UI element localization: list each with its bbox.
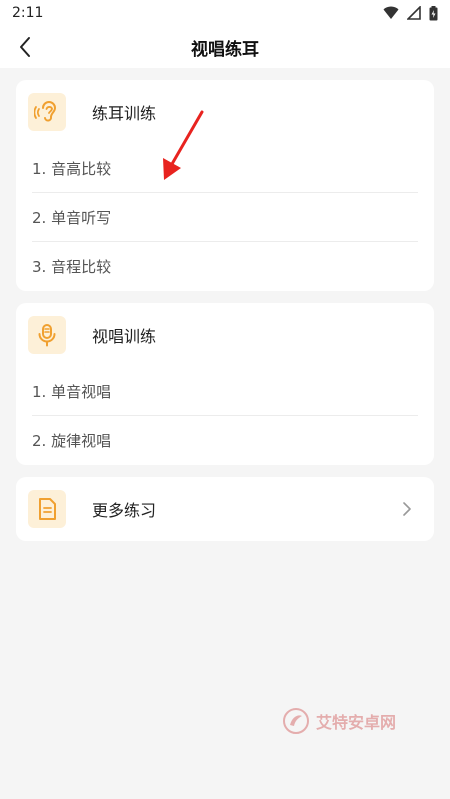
- ear-icon-box: [28, 93, 66, 131]
- list-item-single-note-singing[interactable]: 1. 单音视唱: [32, 367, 418, 416]
- ear-icon: [34, 101, 57, 122]
- back-arrow-icon: [20, 37, 30, 57]
- list-item-label: 2. 单音听写: [32, 208, 112, 227]
- list-item-label: 3. 音程比较: [32, 258, 112, 276]
- top-bar: 视唱练耳: [0, 26, 450, 68]
- wifi-icon: [383, 6, 399, 19]
- document-icon-box: [28, 490, 66, 528]
- list-item-label: 1. 音高比较: [32, 159, 112, 178]
- list-item-interval-comparison[interactable]: 3. 音程比较: [32, 242, 418, 291]
- list-item-label: 2. 旋律视唱: [32, 432, 112, 450]
- status-icons: [383, 5, 438, 21]
- ear-training-title: 练耳训练: [92, 104, 157, 123]
- more-exercises-card[interactable]: 更多练习: [16, 477, 434, 541]
- sight-singing-title: 视唱训练: [92, 327, 157, 346]
- status-time: 2:11: [12, 5, 44, 21]
- list-item-melody-singing[interactable]: 2. 旋律视唱: [32, 416, 418, 465]
- sight-singing-card: 视唱训练 1. 单音视唱 2. 旋律视唱: [16, 303, 434, 465]
- page-title: 视唱练耳: [191, 39, 259, 60]
- more-exercises-title: 更多练习: [92, 501, 157, 520]
- sight-singing-header: 视唱训练: [16, 303, 434, 367]
- watermark-logo-icon: [283, 708, 309, 734]
- signal-icon: [407, 6, 421, 20]
- document-icon: [39, 498, 56, 520]
- back-button[interactable]: [12, 34, 38, 60]
- status-bar: 2:11: [0, 0, 450, 26]
- watermark: 艾特安卓网: [282, 707, 396, 735]
- ear-training-card: 练耳训练 1. 音高比较 2. 单音听写 3. 音程比较: [16, 80, 434, 291]
- list-item-label: 1. 单音视唱: [32, 382, 112, 401]
- list-item-single-note-dictation[interactable]: 2. 单音听写: [32, 193, 418, 242]
- chevron-right-icon: [403, 502, 411, 516]
- watermark-text: 艾特安卓网: [316, 713, 397, 732]
- microphone-icon-box: [28, 316, 66, 354]
- microphone-icon: [38, 324, 56, 347]
- battery-icon: [429, 5, 438, 20]
- more-exercises-header: 更多练习: [16, 477, 434, 541]
- list-item-pitch-comparison[interactable]: 1. 音高比较: [32, 144, 418, 193]
- ear-training-header: 练耳训练: [16, 80, 434, 144]
